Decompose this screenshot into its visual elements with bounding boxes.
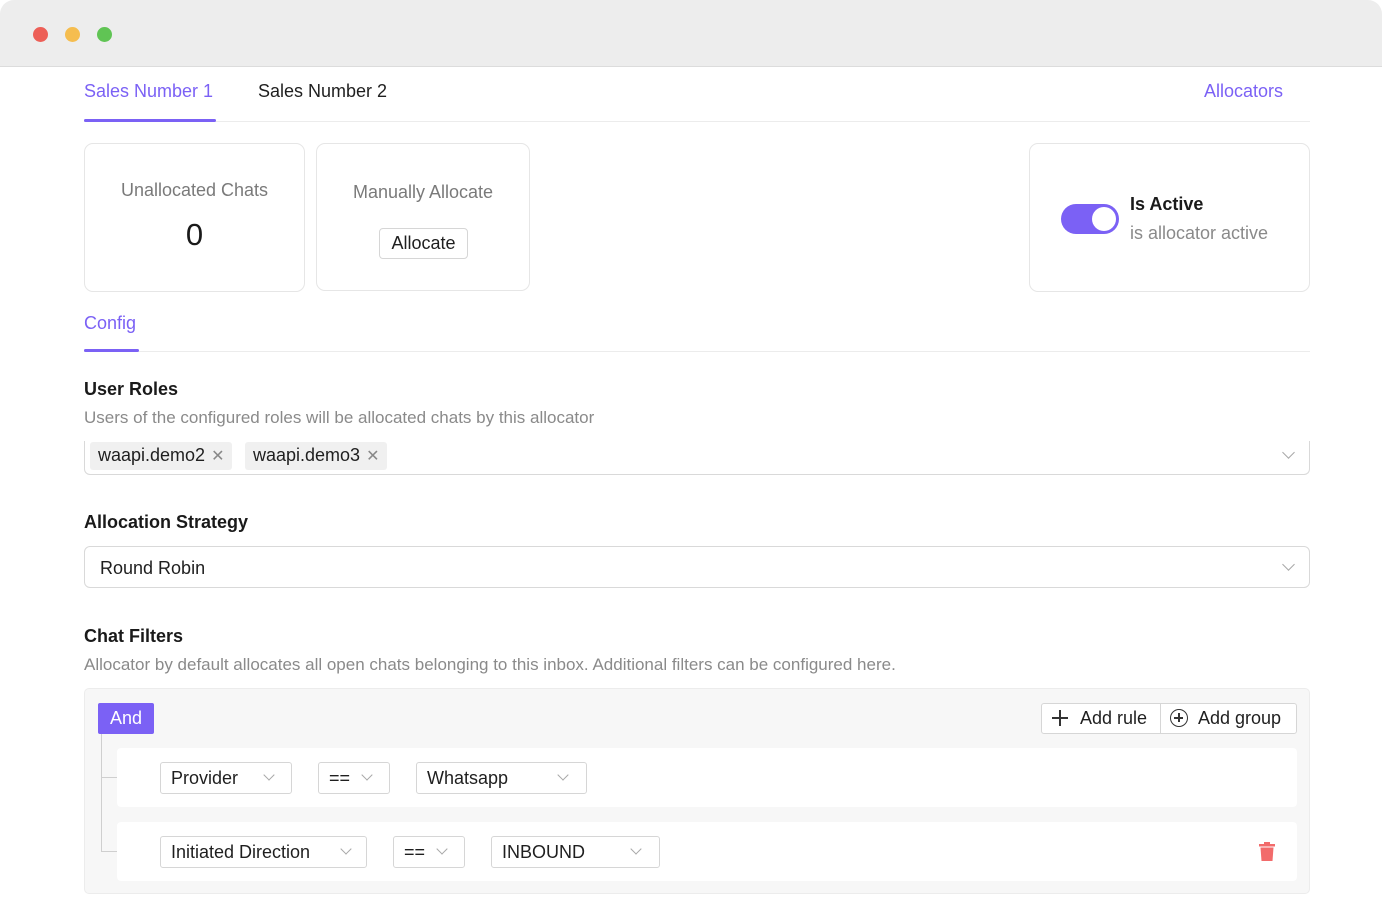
remove-tag-icon[interactable]: ✕ [211, 446, 224, 466]
config-tab-indicator [84, 349, 139, 352]
rule-field-value: Initiated Direction [171, 842, 311, 862]
tab-config[interactable]: Config [84, 313, 136, 334]
plus-icon [1052, 710, 1068, 726]
chat-filters-title: Chat Filters [84, 626, 184, 646]
rule-field-value: Provider [171, 768, 239, 788]
unallocated-chats-card: Unallocated Chats 0 [84, 143, 305, 292]
tree-line [101, 851, 117, 852]
tree-line [101, 777, 117, 778]
minimize-window-button[interactable] [65, 27, 80, 42]
tab-sales-number-1[interactable]: Sales Number 1 [84, 81, 213, 102]
is-active-card: Is Active is allocator active [1029, 143, 1310, 292]
unallocated-chats-label: Unallocated Chats [120, 180, 269, 200]
rule-operator-select[interactable]: == [318, 762, 390, 794]
query-builder: And Add rule Add group Provider == Whats… [84, 688, 1310, 894]
chevron-down-icon [436, 843, 448, 855]
unallocated-chats-count: 0 [185, 217, 204, 252]
rule-value: Whatsapp [427, 768, 509, 788]
rule-value-select[interactable]: Whatsapp [416, 762, 587, 794]
allocation-strategy-select[interactable]: Round Robin [84, 546, 1310, 588]
filter-rule-row: Initiated Direction == INBOUND [117, 822, 1297, 881]
rule-value: INBOUND [502, 842, 586, 862]
chevron-down-icon [630, 843, 642, 855]
user-roles-title: User Roles [84, 379, 179, 399]
toggle-knob [1092, 207, 1116, 231]
chevron-down-icon [361, 769, 373, 781]
user-roles-description: Users of the configured roles will be al… [84, 408, 595, 427]
role-tag: waapi.demo3 ✕ [245, 442, 388, 470]
rule-value-select[interactable]: INBOUND [491, 836, 660, 868]
tree-line [101, 734, 102, 851]
add-group-label: Add group [1198, 708, 1282, 728]
chevron-down-icon [1282, 558, 1295, 571]
maximize-window-button[interactable] [97, 27, 112, 42]
tab-sales-number-2[interactable]: Sales Number 2 [258, 81, 387, 102]
is-active-toggle[interactable] [1061, 204, 1119, 234]
remove-tag-icon[interactable]: ✕ [366, 446, 379, 466]
add-rule-label: Add rule [1080, 708, 1148, 728]
chevron-down-icon [557, 769, 569, 781]
add-group-button[interactable]: Add group [1161, 704, 1296, 733]
rule-operator-value: == [329, 768, 351, 788]
main-content: Sales Number 1 Sales Number 2 Allocators… [84, 67, 1310, 900]
allocator-tabs: Sales Number 1 Sales Number 2 Allocators [84, 67, 1310, 122]
config-tabs: Config [84, 307, 1310, 352]
manual-allocate-label: Manually Allocate [352, 182, 494, 202]
allocate-button[interactable]: Allocate [379, 228, 468, 259]
plus-circle-icon [1170, 709, 1188, 727]
rule-field-select[interactable]: Initiated Direction [160, 836, 367, 868]
add-buttons-group: Add rule Add group [1041, 703, 1297, 734]
trash-icon[interactable] [1259, 842, 1275, 861]
chevron-down-icon [263, 769, 275, 781]
combinator-and-button[interactable]: And [98, 703, 154, 734]
rule-operator-select[interactable]: == [393, 836, 465, 868]
role-tag-label: waapi.demo2 [98, 445, 206, 465]
role-tag: waapi.demo2 ✕ [90, 442, 233, 470]
rule-operator-value: == [404, 842, 426, 862]
filter-rule-row: Provider == Whatsapp [117, 748, 1297, 807]
manual-allocate-card: Manually Allocate Allocate [316, 143, 530, 291]
is-active-title: Is Active [1130, 194, 1204, 214]
active-tab-indicator [84, 119, 216, 122]
allocators-link[interactable]: Allocators [1204, 81, 1283, 102]
window-titlebar [0, 0, 1382, 67]
chevron-down-icon [340, 843, 352, 855]
add-rule-button[interactable]: Add rule [1042, 704, 1161, 733]
close-window-button[interactable] [33, 27, 48, 42]
allocation-strategy-title: Allocation Strategy [84, 512, 249, 532]
chat-filters-description: Allocator by default allocates all open … [84, 655, 896, 674]
role-tag-label: waapi.demo3 [253, 445, 361, 465]
is-active-subtitle: is allocator active [1130, 223, 1269, 243]
user-roles-select[interactable]: waapi.demo2 ✕ waapi.demo3 ✕ [84, 441, 1310, 475]
rule-field-select[interactable]: Provider [160, 762, 292, 794]
allocation-strategy-value: Round Robin [100, 558, 206, 578]
chevron-down-icon [1282, 446, 1295, 459]
